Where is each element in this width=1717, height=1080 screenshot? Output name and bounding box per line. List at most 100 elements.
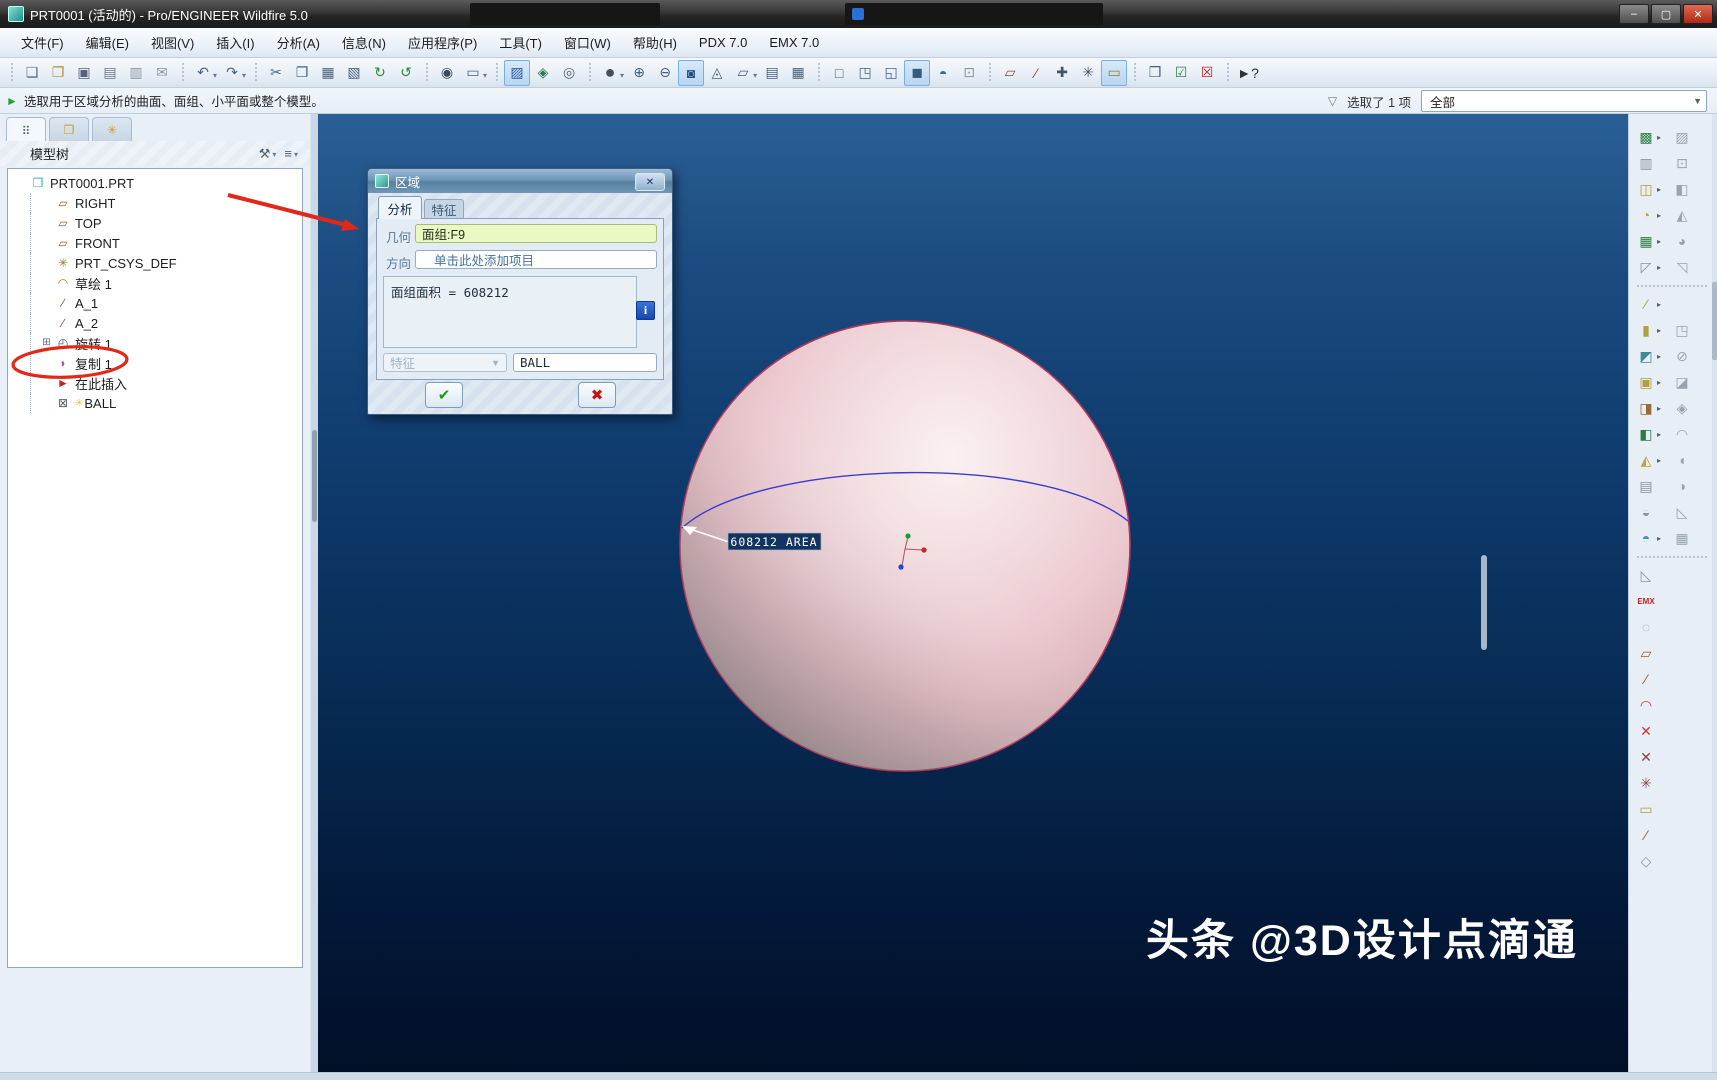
- new-file-icon[interactable]: ❏: [19, 60, 45, 86]
- tree-item-A_1[interactable]: ∕ A_1: [30, 293, 302, 313]
- viewport-sash-handle[interactable]: [1481, 555, 1487, 650]
- shaded-icon[interactable]: ◼: [904, 59, 931, 86]
- trajectory-tool-icon[interactable]: ◭: [1635, 449, 1657, 471]
- draft-tool-icon[interactable]: ◭: [1671, 204, 1693, 226]
- paste-icon[interactable]: ▦: [315, 60, 341, 86]
- emx-tool-icon[interactable]: EMX: [1635, 590, 1657, 612]
- flyout-arrow-icon[interactable]: ▸: [1657, 300, 1667, 309]
- dialog-title-bar[interactable]: 区域: [368, 169, 672, 193]
- mask-tool-icon[interactable]: ▤: [1635, 475, 1657, 497]
- enhanced-shaded-icon[interactable]: ◓: [930, 60, 956, 86]
- maximize-button[interactable]: ▢: [1651, 4, 1681, 24]
- regenerate-icon[interactable]: ↻: [367, 60, 393, 86]
- blend-tool-icon[interactable]: ◈: [1671, 397, 1693, 419]
- offset-point-tool-icon[interactable]: ✕: [1635, 746, 1657, 768]
- flyout-arrow-icon[interactable]: ▸: [1657, 237, 1667, 246]
- tree-item-BALL[interactable]: ⊠ ✳ BALL: [30, 393, 302, 413]
- round-edge-tool-icon[interactable]: ◕: [1671, 230, 1693, 252]
- paste-special-icon[interactable]: ▧: [341, 60, 367, 86]
- folder-browser-tab[interactable]: ❐: [49, 117, 89, 141]
- new-window-icon[interactable]: ❒: [1142, 60, 1168, 86]
- search-binoculars-icon[interactable]: ◉: [434, 60, 460, 86]
- activate-window-icon[interactable]: ☑: [1168, 60, 1194, 86]
- menu-item-3[interactable]: 插入(I): [205, 29, 265, 56]
- copy-icon[interactable]: ❐: [289, 60, 315, 86]
- flyout-arrow-icon[interactable]: ▸: [1657, 534, 1667, 543]
- datum-plane-tool-icon[interactable]: ▱: [1635, 642, 1657, 664]
- menu-item-8[interactable]: 窗口(W): [553, 29, 622, 56]
- tree-item-在此插入[interactable]: ► 在此插入: [30, 373, 302, 393]
- screw-tool-icon[interactable]: ◸: [1635, 256, 1657, 278]
- tree-item-PRT0001.PRT[interactable]: ❒ PRT0001.PRT: [8, 173, 302, 193]
- zoom-in-icon[interactable]: ⊕: [626, 60, 652, 86]
- mirror-tool-icon[interactable]: ◖: [1671, 449, 1693, 471]
- point-display-icon[interactable]: ✚: [1049, 60, 1075, 86]
- flyout-arrow-icon[interactable]: ▸: [1657, 404, 1667, 413]
- save-icon[interactable]: ▣: [71, 60, 97, 86]
- flyout-arrow-icon[interactable]: ▸: [1657, 185, 1667, 194]
- toolbar-scrollbar[interactable]: [1712, 114, 1717, 1072]
- tree-columns-icon[interactable]: ≡ ▾: [284, 146, 298, 161]
- flyout-arrow-icon[interactable]: ▸: [1657, 456, 1667, 465]
- wrap-tool-icon[interactable]: ◨: [1635, 397, 1657, 419]
- tree-item-FRONT[interactable]: ▱ FRONT: [30, 233, 302, 253]
- tree-item-TOP[interactable]: ▱ TOP: [30, 213, 302, 233]
- plane-display-icon[interactable]: ▱: [997, 60, 1023, 86]
- analysis-tool-icon[interactable]: ◇: [1635, 850, 1657, 872]
- menu-item-0[interactable]: 文件(F): [10, 29, 75, 56]
- chamfer-tool-icon[interactable]: ◹: [1671, 256, 1693, 278]
- wireframe-icon[interactable]: □: [826, 60, 852, 86]
- feature-select[interactable]: 特征 ▼: [383, 353, 507, 372]
- model-tree-tab[interactable]: ⠿: [6, 117, 46, 143]
- tree-item-草绘-1[interactable]: ◠ 草绘 1: [30, 273, 302, 293]
- favorites-tab[interactable]: ✳: [92, 117, 132, 141]
- round-tool-icon[interactable]: ◔: [1635, 204, 1657, 226]
- note-tool-icon[interactable]: ▭: [1635, 798, 1657, 820]
- geometry-collector[interactable]: 面组:F9: [415, 224, 657, 243]
- pump-tool-icon[interactable]: ◒: [1635, 501, 1657, 523]
- auto-regenerate-icon[interactable]: ↺: [393, 60, 419, 86]
- tree-item-A_2[interactable]: ∕ A_2: [30, 313, 302, 333]
- tab-analysis[interactable]: 分析: [378, 196, 422, 219]
- column-tool-icon[interactable]: ▮: [1635, 319, 1657, 341]
- view-manager-icon[interactable]: ▦: [785, 60, 811, 86]
- refit-icon[interactable]: ◙: [678, 59, 705, 86]
- csys-tool-icon[interactable]: ✳: [1635, 772, 1657, 794]
- box-tool-icon[interactable]: ◓: [1635, 527, 1657, 549]
- freestyle-tool-icon[interactable]: ◌: [1635, 616, 1657, 638]
- extrude-tool-icon[interactable]: ◳: [1671, 319, 1693, 341]
- tree-item-RIGHT[interactable]: ▱ RIGHT: [30, 193, 302, 213]
- datum-axis-tool-icon[interactable]: ∕: [1635, 668, 1657, 690]
- print-icon[interactable]: ▤: [97, 60, 123, 86]
- flyout-arrow-icon[interactable]: ▸: [1657, 133, 1667, 142]
- tree-item-复制-1[interactable]: ◗ 复制 1: [30, 353, 302, 373]
- trim-tool-icon[interactable]: ◺: [1671, 501, 1693, 523]
- annotation-icon[interactable]: ▱: [730, 60, 756, 86]
- hole-tool-icon[interactable]: ◫: [1635, 178, 1657, 200]
- info-button[interactable]: i: [636, 301, 655, 320]
- sweep-tool-icon[interactable]: ◪: [1671, 371, 1693, 393]
- redo-icon[interactable]: ↷: [219, 60, 245, 86]
- tree-settings-icon[interactable]: ⚒ ▾: [259, 146, 277, 162]
- close-button[interactable]: ✕: [1683, 4, 1713, 24]
- open-file-icon[interactable]: ❐: [45, 60, 71, 86]
- component-display-icon[interactable]: ⊡: [956, 60, 982, 86]
- flyout-arrow-icon[interactable]: ▸: [1657, 378, 1667, 387]
- hidden-line-icon[interactable]: ◳: [852, 60, 878, 86]
- close-window-icon[interactable]: ☒: [1194, 60, 1220, 86]
- revolve-tool-icon[interactable]: ⊘: [1671, 345, 1693, 367]
- tree-item-旋转-1[interactable]: ⊞ ◴ 旋转 1: [30, 333, 302, 353]
- gear-icon[interactable]: ◎: [556, 60, 582, 86]
- filter-dropdown[interactable]: 全部 ▼: [1421, 90, 1707, 112]
- ok-button[interactable]: ✔: [425, 382, 463, 408]
- tab-feature[interactable]: 特征: [424, 199, 464, 219]
- menu-item-5[interactable]: 信息(N): [331, 29, 397, 56]
- frame-tool-icon[interactable]: ⊡: [1671, 152, 1693, 174]
- display-filter-icon[interactable]: ▨: [504, 59, 531, 86]
- print-stamp-icon[interactable]: ▥: [123, 60, 149, 86]
- curve-tool-icon[interactable]: ◠: [1635, 694, 1657, 716]
- zoom-out-icon[interactable]: ⊖: [652, 60, 678, 86]
- pen-tool-icon[interactable]: ∕: [1635, 293, 1657, 315]
- tree-expander-icon[interactable]: ⊞: [41, 338, 52, 349]
- menu-item-4[interactable]: 分析(A): [266, 29, 331, 56]
